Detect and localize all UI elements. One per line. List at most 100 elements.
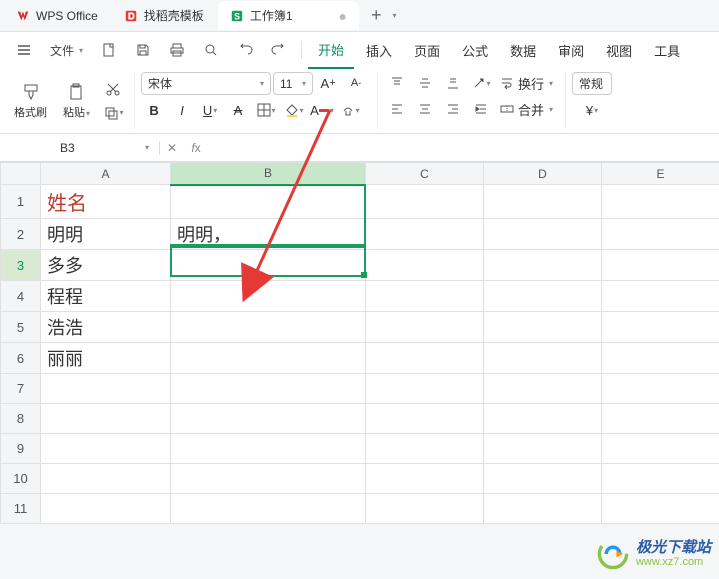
align-left-button[interactable] [384,98,410,120]
menu-tools[interactable]: 工具 [644,33,690,68]
orientation-button[interactable]: ▾ [468,72,494,94]
undo-button[interactable] [229,36,261,64]
align-top-button[interactable] [384,72,410,94]
cell-B2[interactable]: 明明， [171,219,366,250]
clear-format-button[interactable]: ▾ [337,99,363,121]
name-box[interactable]: B3▾ [50,141,160,155]
print-button[interactable] [161,36,193,64]
borders-button[interactable]: ▾ [253,99,279,121]
clipboard-group: 格式刷 粘贴▾ ▾ [8,72,135,129]
watermark-logo-icon [596,537,630,571]
menu-page[interactable]: 页面 [404,33,450,68]
watermark-title: 极光下载站 [636,540,711,557]
row-header[interactable]: 5 [1,312,41,343]
tab-label: 工作簿1 [250,7,293,24]
cell-A4[interactable]: 程程 [41,281,171,312]
file-menu[interactable]: 文件 ▾ [42,36,91,65]
menu-review[interactable]: 审阅 [548,33,594,68]
spreadsheet-icon: S [230,9,244,23]
tab-label: 找稻壳模板 [144,7,204,24]
tab-label: WPS Office [36,9,98,23]
align-center-button[interactable] [412,98,438,120]
save-button[interactable] [127,36,159,64]
cut-button[interactable] [100,78,126,100]
copy-button[interactable]: ▾ [100,102,126,124]
alignment-group: ▾ 换行▾ 合并▾ [384,72,566,129]
row-header[interactable]: 10 [1,464,41,494]
merge-button[interactable]: 合并▾ [496,98,557,120]
cell-B1[interactable] [171,185,366,219]
formula-bar: B3▾ ✕ fx [0,134,719,162]
indent-button[interactable] [468,98,494,120]
wrap-text-button[interactable]: 换行▾ [496,72,557,94]
preview-button[interactable] [195,36,227,64]
close-icon[interactable]: ● [339,8,347,24]
bold-button[interactable]: B [141,99,167,121]
align-middle-button[interactable] [412,72,438,94]
col-header-D[interactable]: D [484,163,602,185]
row-header[interactable]: 3 [1,250,41,281]
row-header[interactable]: 1 [1,185,41,219]
font-group: 宋体▾ 11▾ A+ A- B I U▾ A ▾ ▾ A▾ ▾ [141,72,378,129]
menu-view[interactable]: 视图 [596,33,642,68]
spreadsheet-grid: A B C D E 1姓名 2明明明明， 3多多 4程程 5浩浩 6丽丽 7 8… [0,162,719,524]
menu-home[interactable]: 开始 [308,32,354,69]
decrease-font-button[interactable]: A- [343,72,369,94]
row-header[interactable]: 7 [1,374,41,404]
align-bottom-button[interactable] [440,72,466,94]
watermark: 极光下载站 www.xz7.com [596,537,711,571]
fx-button[interactable]: fx [184,141,208,155]
quick-access-toolbar [93,36,295,64]
cell-A1[interactable]: 姓名 [41,185,171,219]
cell-A3[interactable]: 多多 [41,250,171,281]
font-size-select[interactable]: 11▾ [273,72,313,95]
row-header[interactable]: 9 [1,434,41,464]
cell-A5[interactable]: 浩浩 [41,312,171,343]
select-all-corner[interactable] [1,163,41,185]
watermark-url: www.xz7.com [636,556,711,568]
wps-icon [16,9,30,23]
docer-icon [124,9,138,23]
align-right-button[interactable] [440,98,466,120]
col-header-B[interactable]: B [171,163,366,185]
row-header[interactable]: 11 [1,494,41,524]
cell-A2[interactable]: 明明 [41,219,171,250]
italic-button[interactable]: I [169,99,195,121]
menu-formula[interactable]: 公式 [452,33,498,68]
new-button[interactable] [93,36,125,64]
menu-bar: 文件 ▾ 开始 插入 页面 公式 数据 审阅 视图 工具 [0,32,719,68]
underline-button[interactable]: U▾ [197,99,223,121]
redo-button[interactable] [263,36,295,64]
font-color-button[interactable]: A▾ [309,99,335,121]
col-header-A[interactable]: A [41,163,171,185]
chevron-down-icon[interactable]: ▾ [392,11,396,20]
tab-docer[interactable]: 找稻壳模板 [112,1,216,30]
row-header[interactable]: 2 [1,219,41,250]
format-painter-button[interactable]: 格式刷 [8,78,53,124]
app-tabs-bar: WPS Office 找稻壳模板 S 工作簿1 ● + ▾ [0,0,719,32]
strikethrough-button[interactable]: A [225,99,251,121]
col-header-C[interactable]: C [366,163,484,185]
col-header-E[interactable]: E [602,163,719,185]
tab-workbook[interactable]: S 工作簿1 ● [218,1,359,30]
currency-button[interactable]: ¥▾ [579,99,605,121]
menu-insert[interactable]: 插入 [356,33,402,68]
hamburger-button[interactable] [8,36,40,64]
row-header[interactable]: 6 [1,343,41,374]
increase-font-button[interactable]: A+ [315,72,341,94]
fill-color-button[interactable]: ▾ [281,99,307,121]
tab-wps-office[interactable]: WPS Office [4,3,110,29]
cell-B3[interactable] [171,250,366,281]
row-header[interactable]: 8 [1,404,41,434]
add-tab-button[interactable]: + [361,5,392,26]
font-name-select[interactable]: 宋体▾ [141,72,271,95]
cell-A6[interactable]: 丽丽 [41,343,171,374]
menu-data[interactable]: 数据 [500,33,546,68]
number-format-select[interactable]: 常规 [572,72,612,95]
ribbon: 格式刷 粘贴▾ ▾ 宋体▾ 11▾ A+ A- B I U▾ A ▾ ▾ A▾ … [0,68,719,134]
cancel-formula-button[interactable]: ✕ [160,141,184,155]
svg-text:S: S [234,11,240,21]
row-header[interactable]: 4 [1,281,41,312]
paste-button[interactable]: 粘贴▾ [57,78,96,124]
number-group: 常规 ¥▾ [572,72,620,129]
